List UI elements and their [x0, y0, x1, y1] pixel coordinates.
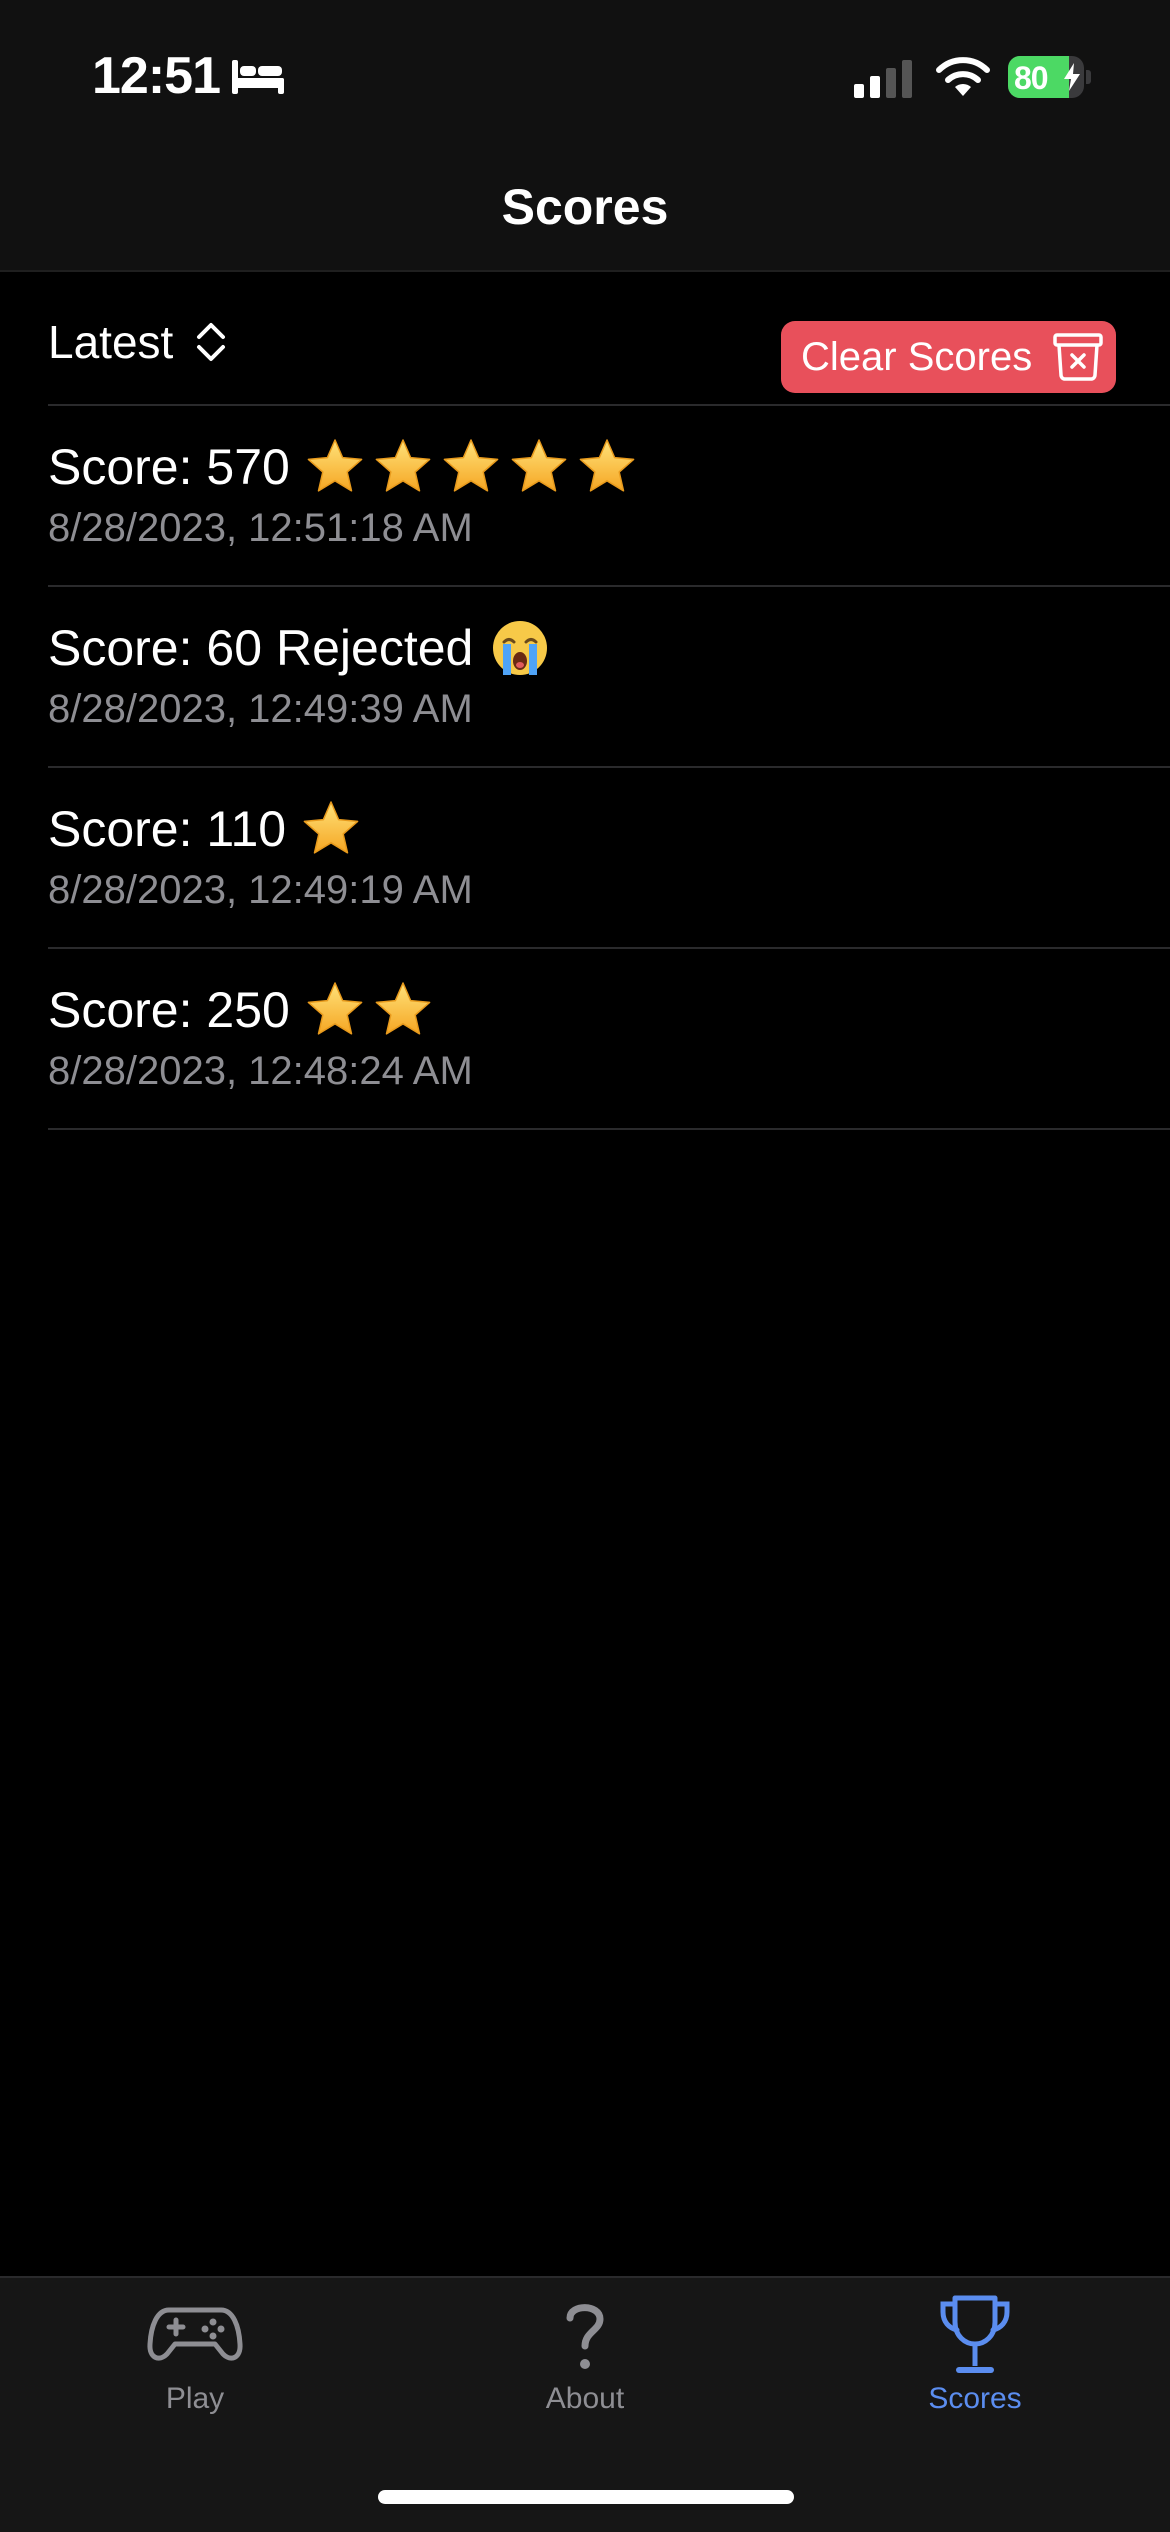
score-row: Score: 110 8/28/2023, 12:49:19 AM	[0, 768, 1170, 949]
score-timestamp: 8/28/2023, 12:51:18 AM	[48, 506, 473, 550]
star-icon	[303, 801, 359, 854]
sort-picker-label: Latest	[48, 316, 174, 368]
cellular-signal-icon	[854, 60, 912, 98]
status-time: 12:51	[92, 47, 221, 105]
chevron-up-down-icon	[197, 323, 226, 361]
score-value: Score: 250	[48, 982, 290, 1038]
star-icon	[375, 439, 431, 492]
score-title: Score: 570	[48, 436, 644, 498]
battery-percent: 80	[1014, 60, 1049, 96]
star-icon	[511, 439, 567, 492]
star-rating	[304, 436, 644, 498]
wifi-icon	[936, 57, 990, 96]
star-icon	[307, 439, 363, 492]
score-value: Score: 570	[48, 439, 290, 495]
star-rating	[300, 798, 368, 860]
navigation-bar: Scores	[0, 150, 1170, 272]
score-timestamp: 8/28/2023, 12:48:24 AM	[48, 1049, 473, 1093]
score-row: Score: 250 8/28/2023, 12:48:24 AM	[0, 949, 1170, 1130]
trash-xmark-icon	[1053, 333, 1103, 381]
gamecontroller-icon	[147, 2307, 243, 2361]
tab-scores-label: Scores	[928, 2382, 1022, 2415]
tab-about[interactable]: About	[390, 2292, 780, 2432]
tab-about-label: About	[545, 2382, 625, 2415]
star-icon	[579, 439, 635, 492]
scores-screen: 12:51 80 Scores Latest Clear Scores Scor…	[0, 0, 1170, 2532]
score-status: Rejected	[276, 620, 474, 676]
score-title: Score: 60 Rejected	[48, 617, 551, 679]
clear-scores-label: Clear Scores	[801, 334, 1033, 379]
score-title: Score: 110	[48, 798, 368, 860]
battery-charging-icon: 80	[1008, 56, 1091, 98]
score-list: Score: 570 8/28/2023, 12:51:18 AM Score: 6…	[0, 406, 1170, 1130]
clear-scores-button[interactable]: Clear Scores	[781, 321, 1116, 393]
tab-play[interactable]: Play	[0, 2292, 390, 2432]
charging-bolt-icon	[1064, 63, 1080, 91]
tab-scores[interactable]: Scores	[780, 2292, 1170, 2432]
score-row: Score: 60 Rejected 8/28/2023, 12:49:39 AM	[0, 587, 1170, 768]
trophy-icon	[940, 2295, 1010, 2373]
score-value: Score: 60	[48, 620, 263, 676]
star-icon	[443, 439, 499, 492]
crying-face-icon	[493, 621, 548, 675]
score-value: Score: 110	[48, 801, 287, 857]
score-timestamp: 8/28/2023, 12:49:39 AM	[48, 687, 473, 731]
star-rating	[304, 979, 440, 1041]
bed-icon	[232, 60, 284, 94]
score-title: Score: 250	[48, 979, 440, 1041]
page-title: Scores	[501, 179, 669, 235]
score-timestamp: 8/28/2023, 12:49:19 AM	[48, 868, 473, 912]
star-icon	[375, 982, 431, 1035]
star-icon	[307, 982, 363, 1035]
score-row: Score: 570 8/28/2023, 12:51:18 AM	[0, 406, 1170, 587]
status-bar: 12:51 80	[0, 0, 1170, 150]
sort-picker[interactable]: Latest	[48, 312, 229, 372]
home-indicator	[378, 2490, 794, 2504]
tab-play-label: Play	[165, 2382, 225, 2415]
controls-row: Latest Clear Scores	[0, 272, 1170, 406]
question-mark-icon	[566, 2304, 604, 2369]
